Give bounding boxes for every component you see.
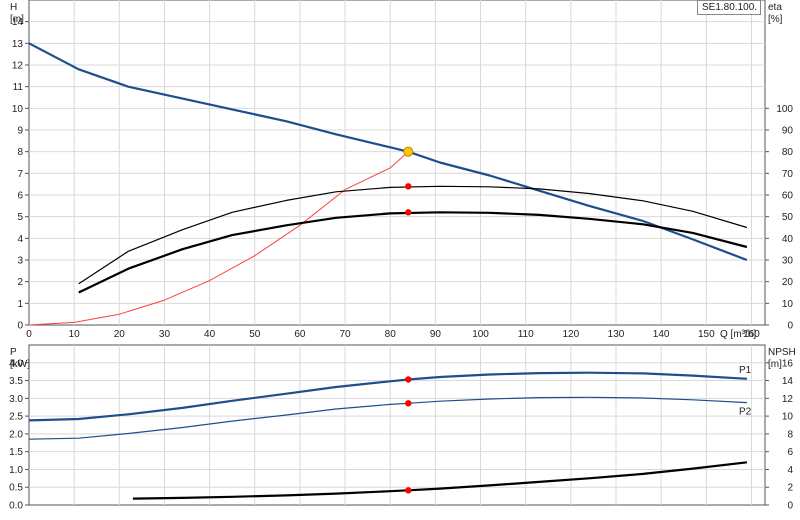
y-axis-label-right: eta (768, 2, 782, 13)
x-tick-label: 40 (204, 329, 216, 340)
y-tick-label-right: 0 (787, 321, 793, 332)
y-tick-label-left: 5 (17, 212, 23, 223)
x-tick-label: 80 (385, 329, 397, 340)
x-tick-label: 90 (430, 329, 442, 340)
y-tick-label-left: 7 (17, 169, 23, 180)
y-tick-label-left: 4 (17, 234, 23, 245)
y-tick-label-right: 20 (782, 277, 794, 288)
series-label-P2: P2 (739, 407, 752, 418)
y-tick-label-right: 80 (782, 147, 794, 158)
intersection-point (403, 146, 414, 157)
x-tick-label: 140 (653, 329, 670, 340)
y-tick-label-right: 12 (782, 394, 794, 405)
y-tick-label-left: 8 (17, 147, 23, 158)
duty-point (405, 487, 412, 494)
model-label: SE1.80.100. (697, 0, 761, 15)
x-tick-label: 150 (698, 329, 715, 340)
y-tick-label-left: 1 (17, 299, 23, 310)
y-tick-label-left: 3.0 (9, 394, 23, 405)
x-tick-label: 130 (608, 329, 625, 340)
x-tick-label: 20 (114, 329, 126, 340)
y-tick-label-left: 0 (17, 321, 23, 332)
y-tick-label-left: 2 (17, 277, 23, 288)
series-label-P1: P1 (739, 365, 752, 376)
duty-point (405, 400, 412, 407)
y-tick-label-right: 50 (782, 212, 794, 223)
y-tick-label-left: 13 (12, 39, 24, 50)
y-tick-label-left: 11 (13, 82, 24, 93)
x-tick-label: 0 (26, 329, 32, 340)
y-axis-label-right: NPSH (768, 347, 796, 358)
x-tick-label: 50 (249, 329, 261, 340)
y-tick-label-right: 100 (776, 104, 793, 115)
y-tick-label-right: 0 (787, 501, 793, 512)
y-tick-label-right: 90 (782, 126, 794, 137)
y-tick-label-left: 3.5 (9, 376, 23, 387)
y-tick-label-left: 10 (12, 104, 24, 115)
duty-point (405, 376, 412, 383)
y-axis-label-left: [m] (10, 14, 24, 25)
y-tick-label-left: 1.5 (9, 447, 23, 458)
y-tick-label-right: 2 (787, 483, 793, 494)
y-tick-label-left: 0.0 (9, 501, 23, 512)
x-tick-label: 120 (562, 329, 579, 340)
y-axis-label-right: [m] (768, 359, 782, 370)
x-tick-label: 60 (294, 329, 306, 340)
y-tick-label-right: 16 (782, 358, 794, 369)
x-tick-label: 110 (518, 329, 534, 340)
y-tick-label-left: 9 (17, 126, 23, 137)
y-tick-label-right: 10 (782, 412, 794, 423)
pump-curve-chart: 0123456789101112131401020304050607080901… (9, 0, 796, 512)
y-tick-label-left: 2.0 (9, 429, 23, 440)
x-tick-label: 30 (159, 329, 171, 340)
y-tick-label-right: 70 (782, 169, 794, 180)
x-tick-label: 10 (69, 329, 81, 340)
x-tick-label: 100 (472, 329, 489, 340)
y-axis-label-left: [kW] (10, 359, 30, 370)
y-tick-label-right: 14 (782, 376, 794, 387)
y-axis-label-left: P (10, 347, 17, 358)
duty-point (405, 209, 412, 216)
y-tick-label-right: 60 (782, 191, 794, 202)
y-tick-label-right: 10 (782, 299, 794, 310)
y-tick-label-left: 12 (12, 61, 24, 72)
y-tick-label-right: 8 (787, 429, 793, 440)
y-tick-label-left: 1.0 (9, 465, 23, 476)
x-axis-label: Q [m³/h] (720, 329, 756, 340)
y-axis-label-right: [%] (768, 14, 783, 25)
y-tick-label-left: 0.5 (9, 483, 23, 494)
x-tick-label: 70 (340, 329, 352, 340)
y-tick-label-left: 3 (17, 256, 23, 267)
duty-point (405, 183, 412, 190)
y-axis-label-left: H (10, 2, 17, 13)
y-tick-label-right: 40 (782, 234, 794, 245)
plot-frame (28, 0, 766, 326)
y-tick-label-left: 2.5 (9, 412, 23, 423)
plot-frame (28, 344, 766, 506)
y-tick-label-left: 6 (17, 191, 23, 202)
y-tick-label-right: 4 (787, 465, 793, 476)
y-tick-label-right: 6 (787, 447, 793, 458)
y-tick-label-right: 30 (782, 256, 794, 267)
